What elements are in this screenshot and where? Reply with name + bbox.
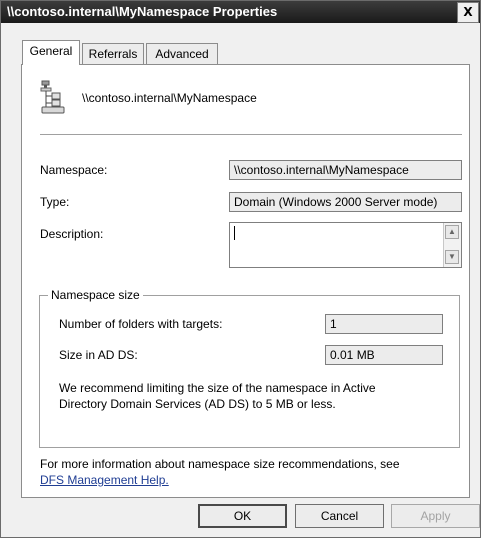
general-tab-panel: \\contoso.internal\MyNamespace Namespace… (21, 64, 470, 498)
type-field[interactable]: Domain (Windows 2000 Server mode) (229, 192, 462, 212)
tab-general-label: General (29, 44, 73, 58)
size-label: Size in AD DS: (59, 348, 138, 362)
scroll-up-button[interactable]: ▲ (445, 225, 459, 239)
tab-general[interactable]: General (22, 40, 80, 65)
type-label: Type: (40, 195, 70, 209)
folders-count-value: 1 (330, 317, 337, 331)
type-value: Domain (Windows 2000 Server mode) (234, 195, 438, 209)
tab-advanced[interactable]: Advanced (146, 43, 218, 64)
tab-advanced-label: Advanced (155, 47, 209, 61)
window-title: \\contoso.internal\MyNamespace Propertie… (7, 4, 278, 19)
more-info-text: For more information about namespace siz… (40, 457, 400, 471)
namespace-icon (40, 80, 65, 114)
folders-label: Number of folders with targets: (59, 317, 223, 331)
size-value: 0.01 MB (330, 348, 375, 362)
namespace-field[interactable]: \\contoso.internal\MyNamespace (229, 160, 462, 180)
description-input[interactable]: ▲ ▼ (229, 222, 462, 268)
size-field[interactable]: 0.01 MB (325, 345, 443, 365)
scroll-down-icon: ▼ (448, 252, 456, 261)
namespace-size-legend: Namespace size (48, 288, 143, 302)
tab-referrals-label: Referrals (88, 47, 138, 61)
close-icon: X (463, 5, 473, 19)
tab-referrals[interactable]: Referrals (82, 43, 144, 64)
close-button[interactable]: X (457, 2, 479, 23)
properties-dialog: \\contoso.internal\MyNamespace Propertie… (0, 0, 481, 538)
scroll-down-button[interactable]: ▼ (445, 250, 459, 264)
namespace-size-group: Namespace size Number of folders with ta… (39, 288, 460, 448)
folders-count-field[interactable]: 1 (325, 314, 443, 334)
description-scrollbar[interactable]: ▲ ▼ (443, 223, 461, 267)
cancel-button-label: Cancel (320, 509, 359, 523)
recommendation-line-2: Directory Domain Services (AD DS) to 5 M… (59, 397, 336, 411)
recommendation-line-1: We recommend limiting the size of the na… (59, 381, 376, 395)
namespace-label: Namespace: (40, 163, 108, 177)
namespace-value: \\contoso.internal\MyNamespace (234, 163, 409, 177)
apply-button[interactable]: Apply (391, 504, 480, 528)
text-caret (234, 226, 235, 240)
apply-button-label: Apply (420, 509, 451, 523)
dfs-help-link[interactable]: DFS Management Help. (40, 472, 169, 488)
ok-button-label: OK (233, 509, 252, 523)
title-bar[interactable]: \\contoso.internal\MyNamespace Propertie… (1, 1, 480, 23)
header-divider (40, 134, 462, 135)
description-label: Description: (40, 227, 104, 241)
cancel-button[interactable]: Cancel (295, 504, 384, 528)
ok-button[interactable]: OK (198, 504, 287, 528)
namespace-path-header: \\contoso.internal\MyNamespace (82, 91, 257, 105)
scroll-up-icon: ▲ (448, 227, 456, 236)
